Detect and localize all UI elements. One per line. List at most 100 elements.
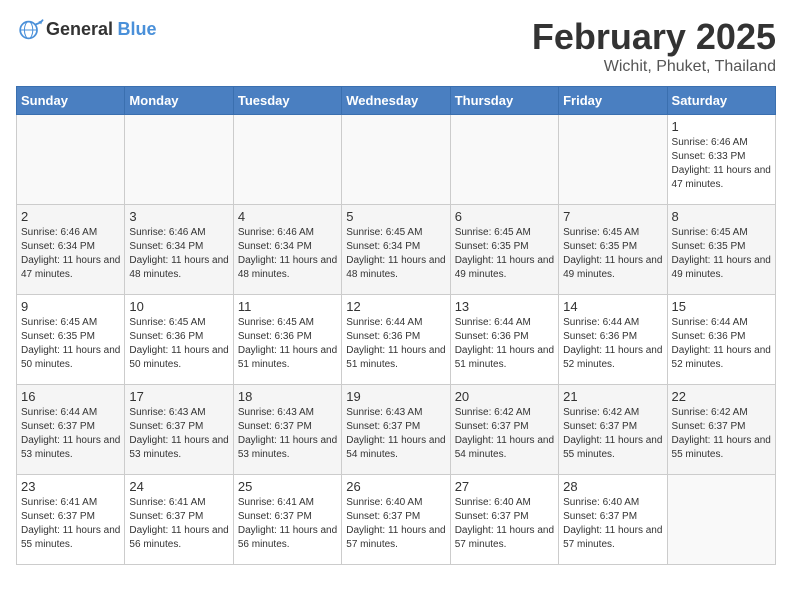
- calendar-cell: 10Sunrise: 6:45 AM Sunset: 6:36 PM Dayli…: [125, 295, 233, 385]
- calendar-cell: [125, 115, 233, 205]
- calendar-cell: 4 Sunrise: 6:46 AM Sunset: 6:34 PM Daylig…: [233, 205, 341, 295]
- day-info: Sunrise: 6:44 AM Sunset: 6:36 PM Dayligh…: [563, 316, 662, 372]
- day-number: 11: [238, 299, 337, 314]
- day-of-week-header: Saturday: [667, 87, 775, 115]
- calendar-cell: 27Sunrise: 6:40 AM Sunset: 6:37 PM Dayli…: [450, 475, 558, 565]
- calendar-table: SundayMondayTuesdayWednesdayThursdayFrid…: [16, 86, 776, 565]
- calendar-cell: [342, 115, 450, 205]
- days-of-week-row: SundayMondayTuesdayWednesdayThursdayFrid…: [17, 87, 776, 115]
- day-number: 15: [672, 299, 771, 314]
- calendar-cell: 13 Sunrise: 6:44 AM Sunset: 6:36 PM Dayli…: [450, 295, 558, 385]
- day-number: 16: [21, 389, 120, 404]
- calendar-cell: 11 Sunrise: 6:45 AM Sunset: 6:36 PM Dayli…: [233, 295, 341, 385]
- day-info: Sunrise: 6:43 AM Sunset: 6:37 PM Dayligh…: [129, 406, 228, 462]
- calendar-cell: 15 Sunrise: 6:44 AM Sunset: 6:36 PM Dayli…: [667, 295, 775, 385]
- day-number: 12: [346, 299, 445, 314]
- calendar-cell: 6Sunrise: 6:45 AM Sunset: 6:35 PM Daylig…: [450, 205, 558, 295]
- calendar-cell: [450, 115, 558, 205]
- day-info: Sunrise: 6:44 AM Sunset: 6:36 PM Dayligh…: [346, 316, 445, 372]
- calendar-week-row: 1 Sunrise: 6:46 AM Sunset: 6:33 PM Daylig…: [17, 115, 776, 205]
- day-number: 25: [238, 479, 337, 494]
- calendar-body: 1 Sunrise: 6:46 AM Sunset: 6:33 PM Daylig…: [17, 115, 776, 565]
- day-number: 19: [346, 389, 445, 404]
- calendar-cell: 14 Sunrise: 6:44 AM Sunset: 6:36 PM Dayli…: [559, 295, 667, 385]
- day-of-week-header: Sunday: [17, 87, 125, 115]
- calendar-cell: 21 Sunrise: 6:42 AM Sunset: 6:37 PM Dayli…: [559, 385, 667, 475]
- calendar-week-row: 9 Sunrise: 6:45 AM Sunset: 6:35 PM Daylig…: [17, 295, 776, 385]
- day-info: Sunrise: 6:44 AM Sunset: 6:36 PM Dayligh…: [672, 316, 771, 372]
- day-info: Sunrise: 6:41 AM Sunset: 6:37 PM Dayligh…: [21, 496, 120, 552]
- day-number: 14: [563, 299, 662, 314]
- day-number: 4: [238, 209, 337, 224]
- calendar-cell: 9 Sunrise: 6:45 AM Sunset: 6:35 PM Daylig…: [17, 295, 125, 385]
- day-info: Sunrise: 6:45 AM Sunset: 6:35 PM Dayligh…: [21, 316, 120, 372]
- day-number: 1: [672, 119, 771, 134]
- day-info: Sunrise: 6:42 AM Sunset: 6:37 PM Dayligh…: [455, 406, 554, 462]
- day-info: Sunrise: 6:44 AM Sunset: 6:37 PM Dayligh…: [21, 406, 120, 462]
- day-number: 2: [21, 209, 120, 224]
- logo-blue-text: Blue: [118, 19, 157, 39]
- calendar-header: SundayMondayTuesdayWednesdayThursdayFrid…: [17, 87, 776, 115]
- day-of-week-header: Friday: [559, 87, 667, 115]
- day-of-week-header: Wednesday: [342, 87, 450, 115]
- logo: General Blue: [16, 16, 157, 44]
- calendar-cell: 1 Sunrise: 6:46 AM Sunset: 6:33 PM Daylig…: [667, 115, 775, 205]
- day-info: Sunrise: 6:45 AM Sunset: 6:35 PM Dayligh…: [563, 226, 662, 282]
- day-info: Sunrise: 6:46 AM Sunset: 6:34 PM Dayligh…: [21, 226, 120, 282]
- day-info: Sunrise: 6:46 AM Sunset: 6:34 PM Dayligh…: [238, 226, 337, 282]
- calendar-cell: 3Sunrise: 6:46 AM Sunset: 6:34 PM Daylig…: [125, 205, 233, 295]
- day-info: Sunrise: 6:40 AM Sunset: 6:37 PM Dayligh…: [563, 496, 662, 552]
- day-info: Sunrise: 6:40 AM Sunset: 6:37 PM Dayligh…: [346, 496, 445, 552]
- day-of-week-header: Thursday: [450, 87, 558, 115]
- day-info: Sunrise: 6:41 AM Sunset: 6:37 PM Dayligh…: [129, 496, 228, 552]
- logo-icon: [16, 16, 44, 44]
- day-info: Sunrise: 6:45 AM Sunset: 6:34 PM Dayligh…: [346, 226, 445, 282]
- calendar-cell: [233, 115, 341, 205]
- day-of-week-header: Tuesday: [233, 87, 341, 115]
- logo-general-text: General: [46, 19, 113, 39]
- day-number: 3: [129, 209, 228, 224]
- day-info: Sunrise: 6:44 AM Sunset: 6:36 PM Dayligh…: [455, 316, 554, 372]
- calendar-title: February 2025: [532, 16, 776, 58]
- calendar-week-row: 16 Sunrise: 6:44 AM Sunset: 6:37 PM Dayli…: [17, 385, 776, 475]
- day-number: 10: [129, 299, 228, 314]
- calendar-cell: [559, 115, 667, 205]
- day-number: 27: [455, 479, 554, 494]
- day-number: 20: [455, 389, 554, 404]
- day-info: Sunrise: 6:43 AM Sunset: 6:37 PM Dayligh…: [238, 406, 337, 462]
- calendar-cell: 26 Sunrise: 6:40 AM Sunset: 6:37 PM Dayli…: [342, 475, 450, 565]
- calendar-cell: 8Sunrise: 6:45 AM Sunset: 6:35 PM Daylig…: [667, 205, 775, 295]
- day-of-week-header: Monday: [125, 87, 233, 115]
- calendar-cell: 19 Sunrise: 6:43 AM Sunset: 6:37 PM Dayli…: [342, 385, 450, 475]
- calendar-cell: 23 Sunrise: 6:41 AM Sunset: 6:37 PM Dayli…: [17, 475, 125, 565]
- day-info: Sunrise: 6:43 AM Sunset: 6:37 PM Dayligh…: [346, 406, 445, 462]
- day-info: Sunrise: 6:42 AM Sunset: 6:37 PM Dayligh…: [563, 406, 662, 462]
- calendar-cell: 2 Sunrise: 6:46 AM Sunset: 6:34 PM Daylig…: [17, 205, 125, 295]
- day-number: 5: [346, 209, 445, 224]
- calendar-week-row: 2 Sunrise: 6:46 AM Sunset: 6:34 PM Daylig…: [17, 205, 776, 295]
- day-number: 13: [455, 299, 554, 314]
- day-number: 23: [21, 479, 120, 494]
- day-info: Sunrise: 6:46 AM Sunset: 6:33 PM Dayligh…: [672, 136, 771, 192]
- day-number: 8: [672, 209, 771, 224]
- title-area: February 2025 Wichit, Phuket, Thailand: [532, 16, 776, 76]
- calendar-cell: 17 Sunrise: 6:43 AM Sunset: 6:37 PM Dayli…: [125, 385, 233, 475]
- day-number: 24: [129, 479, 228, 494]
- calendar-cell: [17, 115, 125, 205]
- calendar-cell: 16 Sunrise: 6:44 AM Sunset: 6:37 PM Dayli…: [17, 385, 125, 475]
- day-number: 9: [21, 299, 120, 314]
- calendar-cell: 24 Sunrise: 6:41 AM Sunset: 6:37 PM Dayli…: [125, 475, 233, 565]
- calendar-subtitle: Wichit, Phuket, Thailand: [532, 58, 776, 76]
- day-number: 17: [129, 389, 228, 404]
- day-number: 21: [563, 389, 662, 404]
- calendar-cell: [667, 475, 775, 565]
- calendar-cell: 18Sunrise: 6:43 AM Sunset: 6:37 PM Dayli…: [233, 385, 341, 475]
- calendar-cell: 12 Sunrise: 6:44 AM Sunset: 6:36 PM Dayli…: [342, 295, 450, 385]
- day-number: 7: [563, 209, 662, 224]
- day-number: 26: [346, 479, 445, 494]
- calendar-cell: 28Sunrise: 6:40 AM Sunset: 6:37 PM Dayli…: [559, 475, 667, 565]
- day-info: Sunrise: 6:42 AM Sunset: 6:37 PM Dayligh…: [672, 406, 771, 462]
- day-info: Sunrise: 6:45 AM Sunset: 6:36 PM Dayligh…: [238, 316, 337, 372]
- day-number: 22: [672, 389, 771, 404]
- calendar-cell: 22 Sunrise: 6:42 AM Sunset: 6:37 PM Dayli…: [667, 385, 775, 475]
